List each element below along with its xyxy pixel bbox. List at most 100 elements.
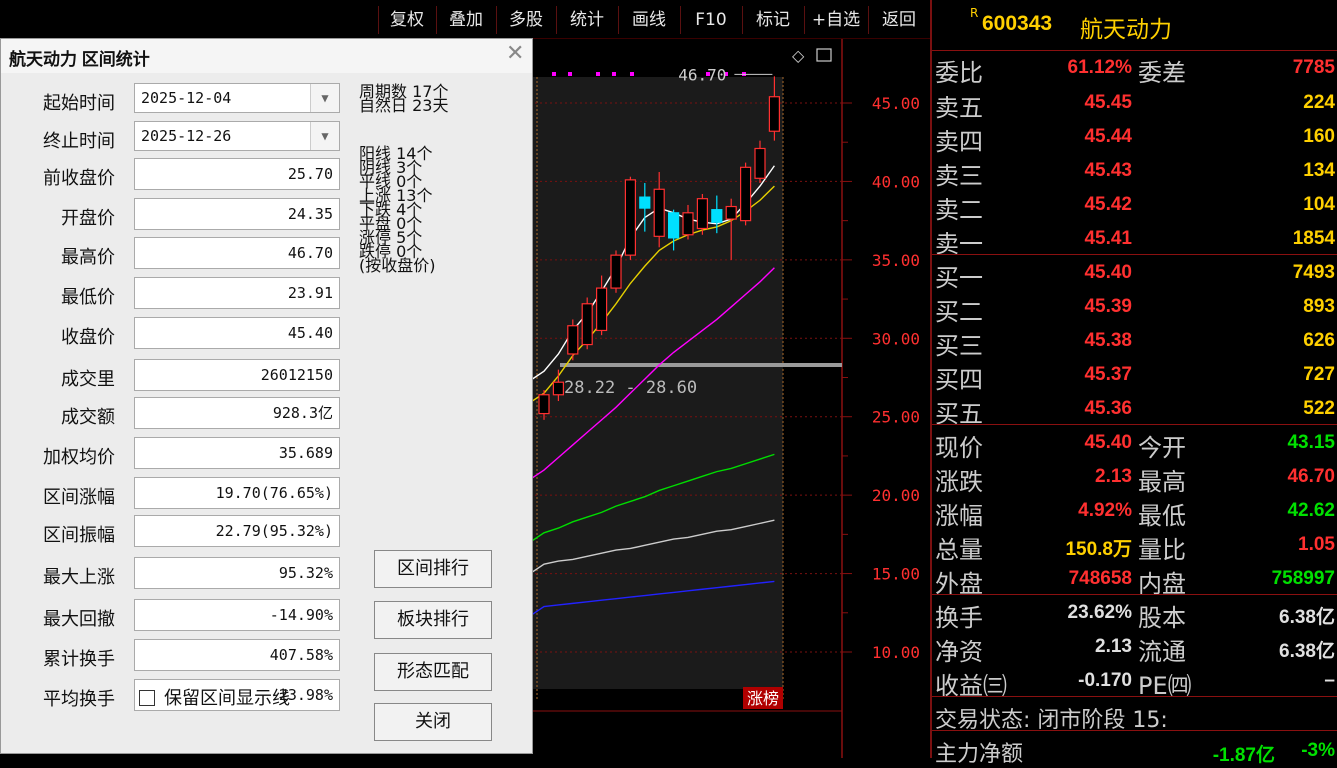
row-label: 卖四 xyxy=(935,128,983,156)
toolbar-add-watchlist-button[interactable]: +自选 xyxy=(804,6,867,34)
marker-dot xyxy=(612,72,616,76)
row-value: 45.41 xyxy=(1084,228,1132,249)
kline-chart[interactable]: 45.00 40.00 35.00 30.00 25.00 20.00 15.00 10.00… xyxy=(530,39,930,758)
row-value: 45.39 xyxy=(1084,296,1132,317)
flow-label: 主力净额 xyxy=(935,742,1024,767)
row-value-2: 626 xyxy=(1303,330,1335,351)
info-row: 现价 45.40 今开 43.15 xyxy=(930,426,1337,462)
separator xyxy=(930,424,1337,425)
row-label: 买二 xyxy=(935,298,983,326)
row-label: 委比 xyxy=(935,59,983,87)
dialog-titlebar[interactable]: 航天动力 区间统计 ✕ xyxy=(1,39,532,73)
keep-lines-label: 保留区间显示线 xyxy=(164,688,290,709)
row-value: 45.36 xyxy=(1084,398,1132,419)
field-value: 95.32% xyxy=(134,557,340,589)
row-value-2: 522 xyxy=(1303,398,1335,419)
field-value: 35.689 xyxy=(134,437,340,469)
field-value: 19.70(76.65%) xyxy=(134,477,340,509)
candle-body xyxy=(725,205,737,220)
interval-rank-button[interactable]: 区间排行 xyxy=(374,550,492,588)
candle-body xyxy=(581,303,593,346)
row-label: 换手 xyxy=(935,604,983,632)
kline-chart-svg: 45.00 40.00 35.00 30.00 25.00 20.00 15.00 10.00… xyxy=(530,39,920,758)
date-combo[interactable]: 2025-12-04 ▼ xyxy=(134,83,340,113)
chevron-down-icon[interactable]: ▼ xyxy=(310,122,339,150)
row-value-2: 104 xyxy=(1303,194,1335,215)
ask-row: 卖四 45.44 160 xyxy=(930,120,1337,156)
field-label: 最高价 xyxy=(61,247,115,268)
candle-body xyxy=(624,179,637,256)
row-label-2: 最低 xyxy=(1138,502,1186,530)
row-label-2: 委差 xyxy=(1138,59,1186,87)
status-row: 交易状态: 闭市阶段 15: xyxy=(930,700,1337,733)
candle-body xyxy=(567,325,579,355)
row-value-2: 893 xyxy=(1303,296,1335,317)
chevron-down-icon[interactable]: ▼ xyxy=(310,84,339,112)
y-tick-label: 40.00 xyxy=(872,172,920,191)
row-label-2: 股本 xyxy=(1138,604,1186,632)
panel-divider xyxy=(930,0,932,758)
close-icon[interactable]: ✕ xyxy=(506,41,524,66)
field-label: 区间涨幅 xyxy=(43,487,115,508)
row-value-2: 758997 xyxy=(1271,568,1335,589)
toolbar-overlay-button[interactable]: 叠加 xyxy=(436,6,495,34)
weibi-row: 委比 61.12% 委差 7785 xyxy=(930,51,1337,87)
row-label: 买三 xyxy=(935,332,983,360)
candle-body xyxy=(552,381,564,396)
field-value: 23.91 xyxy=(134,277,340,309)
stock-name: 航天动力 xyxy=(1080,17,1172,43)
candle-body xyxy=(696,198,708,230)
keep-lines-checkbox[interactable] xyxy=(139,690,155,706)
row-value-2: 160 xyxy=(1303,126,1335,147)
bid-row: 买四 45.37 727 xyxy=(930,358,1337,394)
toolbar-fuquan-button[interactable]: 复权 xyxy=(378,6,435,34)
candle-body xyxy=(754,147,766,179)
candle-body xyxy=(595,287,608,332)
row-label: 涨跌 xyxy=(935,468,983,496)
row-value-2: 7785 xyxy=(1292,57,1335,78)
row-label: 买一 xyxy=(935,264,983,292)
row-label-2: 今开 xyxy=(1138,434,1186,462)
toolbar-mark-button[interactable]: 标记 xyxy=(742,6,803,34)
ask-row: 卖五 45.45 224 xyxy=(930,86,1337,122)
y-tick-label: 45.00 xyxy=(872,94,920,113)
candle-body xyxy=(668,212,680,239)
row-label: 卖五 xyxy=(935,94,983,122)
field-label: 最大回撤 xyxy=(43,609,115,630)
bid-row: 买一 45.40 7493 xyxy=(930,256,1337,292)
separator xyxy=(930,50,1337,51)
range-label: 28.22 - 28.60 xyxy=(564,378,697,398)
field-label: 成交额 xyxy=(61,407,115,428)
field-label: 平均换手 xyxy=(43,689,115,710)
field-value: 928.3亿 xyxy=(134,397,340,429)
row-value-2: – xyxy=(1324,670,1335,691)
row-value: 2.13 xyxy=(1095,466,1132,487)
candle-body xyxy=(653,188,665,237)
row-value: 45.45 xyxy=(1084,92,1132,113)
sector-rank-button[interactable]: 板块排行 xyxy=(374,601,492,639)
flow-row: 主力净额 -1.87亿 -3% xyxy=(930,734,1337,767)
quote-header: R 600343 航天动力 xyxy=(930,0,1337,48)
dialog-close-button[interactable]: 关闭 xyxy=(374,703,492,741)
toolbar-draw-button[interactable]: 画线 xyxy=(618,6,679,34)
field-value: 24.35 xyxy=(134,198,340,230)
row-value: 748658 xyxy=(1068,568,1132,589)
toolbar-stats-button[interactable]: 统计 xyxy=(556,6,617,34)
y-tick-label: 30.00 xyxy=(872,329,920,348)
toolbar-multi-stock-button[interactable]: 多股 xyxy=(496,6,555,34)
candle-body xyxy=(682,212,694,236)
field-value: 26012150 xyxy=(134,359,340,391)
row-value-2: 6.38亿 xyxy=(1279,607,1335,628)
toolbar-f10-button[interactable]: F10 xyxy=(680,6,741,34)
y-tick-label: 35.00 xyxy=(872,251,920,270)
bid-row: 买二 45.39 893 xyxy=(930,290,1337,326)
row-value-2: 1.05 xyxy=(1298,534,1335,555)
row-value-2: 43.15 xyxy=(1287,432,1335,453)
row-label: 总量 xyxy=(935,536,983,564)
toolbar-back-button[interactable]: 返回 xyxy=(868,6,929,34)
row-value: 45.42 xyxy=(1084,194,1132,215)
separator xyxy=(930,696,1337,697)
pattern-match-button[interactable]: 形态匹配 xyxy=(374,653,492,691)
field-label: 开盘价 xyxy=(61,208,115,229)
date-combo[interactable]: 2025-12-26 ▼ xyxy=(134,121,340,151)
